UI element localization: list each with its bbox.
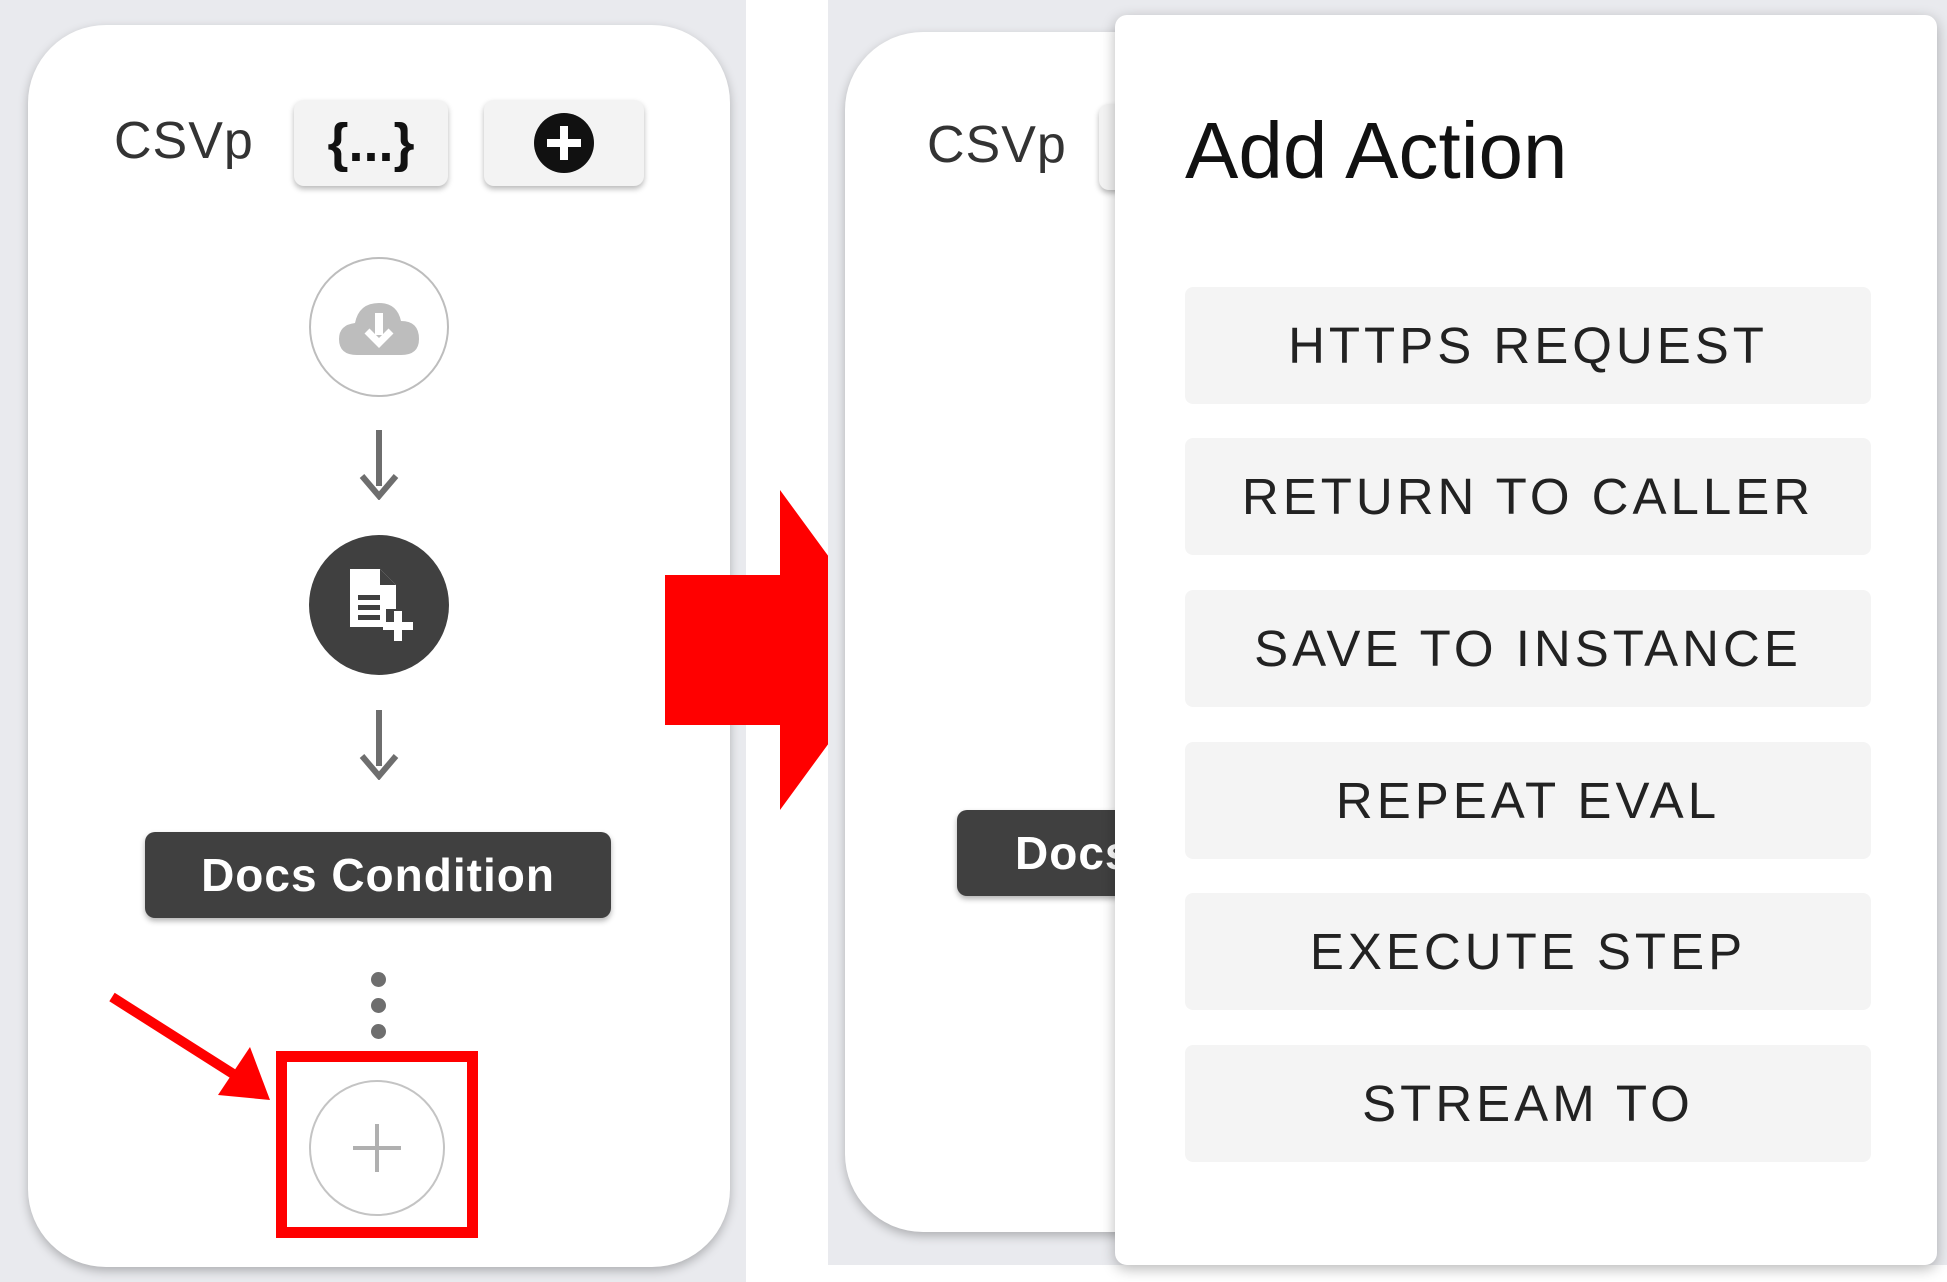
file-add-icon xyxy=(350,569,413,641)
step-label-partial: Docs xyxy=(1015,827,1132,879)
https-request-button[interactable]: HTTPS REQUEST xyxy=(1185,287,1871,404)
more-vertical-icon[interactable] xyxy=(364,972,394,1042)
docs-node[interactable] xyxy=(309,535,449,675)
docs-condition-step[interactable]: Docs Condition xyxy=(145,832,611,918)
add-action-menu: Add Action HTTPS REQUEST RETURN TO CALLE… xyxy=(1115,15,1937,1265)
dot xyxy=(371,998,386,1013)
pointer-arrow-icon xyxy=(109,992,270,1100)
add-button[interactable] xyxy=(484,100,644,186)
variables-button[interactable]: {...} xyxy=(294,100,448,186)
save-to-instance-button[interactable]: SAVE TO INSTANCE xyxy=(1185,590,1871,707)
braces-icon: {...} xyxy=(327,113,415,173)
return-to-caller-button[interactable]: RETURN TO CALLER xyxy=(1185,438,1871,555)
add-circle-icon xyxy=(534,113,594,173)
stream-to-button[interactable]: STREAM TO xyxy=(1185,1045,1871,1162)
execute-step-button[interactable]: EXECUTE STEP xyxy=(1185,893,1871,1010)
workflow-title: CSVp xyxy=(927,116,1067,174)
cloud-download-icon xyxy=(339,303,419,355)
menu-title: Add Action xyxy=(1185,106,1568,195)
trigger-node[interactable] xyxy=(309,257,449,397)
highlight-box xyxy=(276,1051,478,1238)
repeat-eval-button[interactable]: REPEAT EVAL xyxy=(1185,742,1871,859)
arrow-down-icon xyxy=(359,710,399,780)
arrow-down-icon xyxy=(359,430,399,500)
dot xyxy=(371,1024,386,1039)
dot xyxy=(371,972,386,987)
workflow-title: CSVp xyxy=(114,112,254,170)
